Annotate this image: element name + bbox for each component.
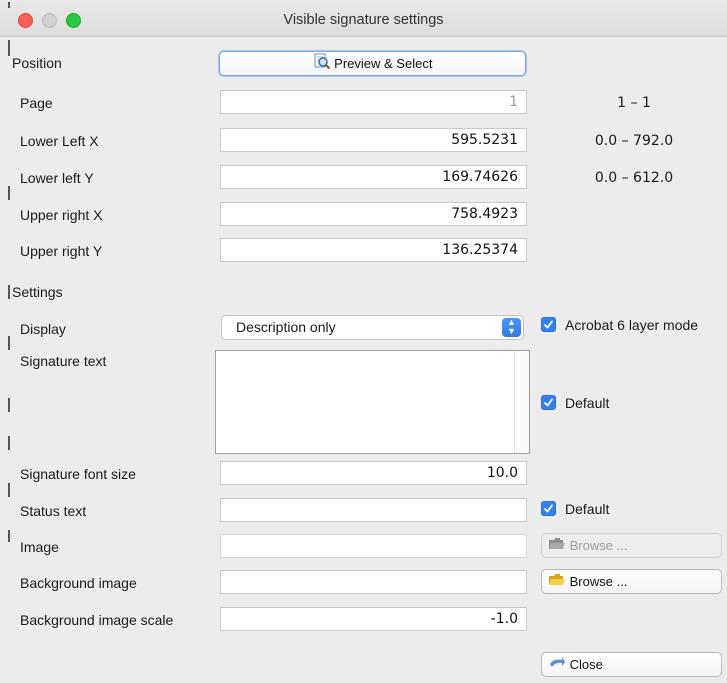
preview-select-button[interactable]: Preview & Select <box>219 51 526 76</box>
background-image-scale-label: Background image scale <box>20 612 174 628</box>
upper-right-y-field[interactable]: 136.25374 <box>220 238 527 262</box>
lower-left-x-field[interactable]: 595.5231 <box>220 128 527 152</box>
title-bar: Visible signature settings <box>0 0 727 37</box>
updown-arrows-icon: ▲ ▼ <box>502 318 521 337</box>
upper-right-x-field[interactable]: 758.4923 <box>220 202 527 226</box>
preview-select-label: Preview & Select <box>334 56 433 71</box>
upper-right-x-label: Upper right X <box>20 207 103 223</box>
background-image-scale-field[interactable]: -1.0 <box>220 607 527 631</box>
status-text-label: Status text <box>20 503 87 519</box>
status-text-default-checkbox[interactable] <box>541 501 556 516</box>
lower-left-x-label: Lower Left X <box>20 133 99 149</box>
signature-text-default-checkbox[interactable] <box>541 395 556 410</box>
signature-font-size-label: Signature font size <box>20 466 136 482</box>
image-browse-button: Browse ... <box>541 533 722 558</box>
page-field: 1 <box>220 90 527 114</box>
upper-right-y-label: Upper right Y <box>20 243 103 259</box>
background-image-label: Background image <box>20 575 137 591</box>
window-title: Visible signature settings <box>283 12 444 28</box>
settings-section-label: Settings <box>12 284 63 300</box>
signature-text-area[interactable] <box>215 350 530 454</box>
position-section-label: Position <box>12 55 62 71</box>
image-browse-label: Browse ... <box>569 538 628 553</box>
display-select[interactable]: Description only ▲ ▼ <box>221 315 524 340</box>
signature-font-size-field[interactable]: 10.0 <box>220 461 527 485</box>
lower-left-y-range: 0.0 – 612.0 <box>594 170 674 186</box>
page-range: 1 – 1 <box>617 95 651 111</box>
lower-left-y-field[interactable]: 169.74626 <box>220 165 527 189</box>
folder-open-icon <box>548 571 566 594</box>
image-label: Image <box>20 539 59 555</box>
background-image-field[interactable] <box>220 570 527 594</box>
left-edge-marks <box>0 0 10 683</box>
display-label: Display <box>20 321 66 337</box>
lower-left-x-range: 0.0 – 792.0 <box>594 133 674 149</box>
acrobat6-checkbox[interactable] <box>541 317 556 332</box>
preview-icon <box>313 52 331 77</box>
display-selected-value: Description only <box>236 319 336 335</box>
signature-text-scrollbar[interactable] <box>514 351 529 453</box>
background-image-browse-button[interactable]: Browse ... <box>541 569 722 594</box>
status-text-field[interactable] <box>220 498 527 522</box>
image-field <box>220 534 527 558</box>
close-button-label: Close <box>569 657 603 672</box>
page-label: Page <box>20 95 53 111</box>
lower-left-y-label: Lower left Y <box>20 170 94 186</box>
signature-text-default-label: Default <box>565 395 610 411</box>
signature-text-label: Signature text <box>20 353 107 369</box>
acrobat6-label: Acrobat 6 layer mode <box>565 317 699 333</box>
close-button[interactable]: Close <box>541 652 722 677</box>
status-text-default-label: Default <box>565 501 610 517</box>
background-image-browse-label: Browse ... <box>569 574 628 589</box>
close-arrow-icon <box>548 654 566 677</box>
folder-icon <box>548 535 566 558</box>
